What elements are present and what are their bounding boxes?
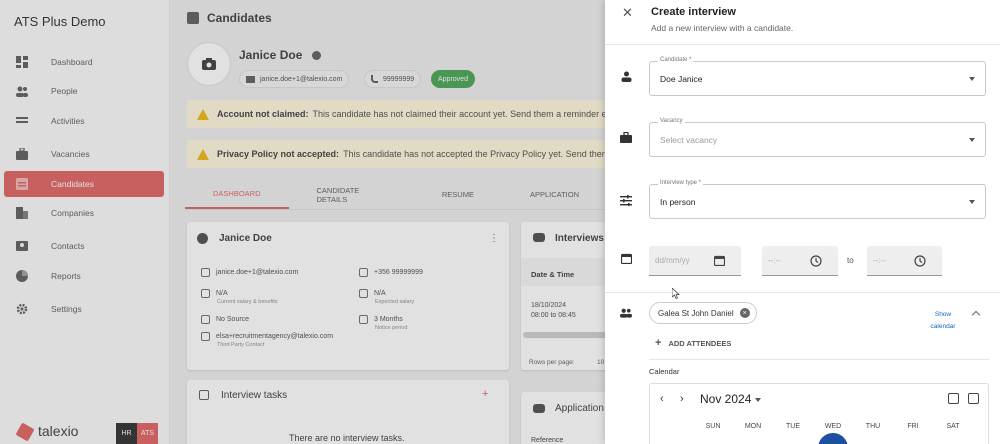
week-view-icon[interactable] [968,393,979,404]
agenda-view-icon[interactable] [948,393,959,404]
candidate-label: Candidate * [658,57,694,63]
calendar-month-select[interactable]: Nov 2024 [700,392,762,406]
plus-icon: + [655,337,662,349]
interview-type-label: Interview type * [658,180,704,186]
chevron-up-icon[interactable] [971,310,981,320]
weekday-header: MON [744,423,762,430]
time-range-to-label: to [847,256,854,265]
start-time-input[interactable]: --:-- [762,246,838,276]
drawer-subtitle: Add a new interview with a candidate. [651,23,794,33]
vacancy-select[interactable]: Vacancy Select vacancy [649,118,986,157]
dropdown-arrow-icon [755,397,762,402]
vacancy-placeholder: Select vacancy [660,135,718,145]
selected-day-marker[interactable] [818,433,848,444]
mouse-cursor-icon [672,288,680,299]
weekday-header: SUN [705,423,721,430]
app-root: ATS Plus Demo Dashboard People Activitie… [0,0,1000,444]
show-calendar-link[interactable]: Show calendar [924,309,962,333]
close-icon[interactable]: ✕ [622,5,633,21]
clock-icon[interactable] [914,255,926,267]
chevron-left-icon[interactable]: ‹ [660,393,664,405]
dropdown-arrow-icon [969,77,975,81]
attendee-name: Galea St John Daniel [658,308,734,318]
interview-type-value: In person [660,197,696,207]
weekday-header: THU [865,423,881,430]
clock-icon[interactable] [810,255,822,267]
modal-scrim[interactable] [0,0,605,444]
weekday-header: SAT [946,423,960,430]
drawer-divider [605,292,1000,293]
people-icon [620,307,632,319]
add-attendees-button[interactable]: + ADD ATTENDEES [655,337,731,349]
candidate-value: Doe Janice [660,74,703,84]
remove-attendee-icon[interactable]: × [739,308,750,318]
date-picker-icon[interactable] [714,255,725,266]
date-placeholder: dd/mm/yy [655,256,690,265]
calendar-month-label: Nov 2024 [700,392,752,406]
interview-type-select[interactable]: Interview type * In person [649,180,986,219]
attendee-chip: Galea St John Daniel × [649,302,757,324]
briefcase-icon [620,131,632,143]
calendar-widget: ‹ › Nov 2024 SUN MON TUE WED THU FRI SAT [649,383,989,444]
start-time-placeholder: --:-- [768,256,781,265]
dropdown-arrow-icon [969,138,975,142]
candidate-select[interactable]: Candidate * Doe Janice [649,57,986,96]
vacancy-label: Vacancy [658,118,685,124]
drawer-divider [605,44,1000,45]
add-attendees-label: ADD ATTENDEES [668,338,732,348]
create-interview-drawer: ✕ Create interview Add a new interview w… [605,0,1000,444]
calendar-section-label: Calendar [649,367,680,376]
weekday-header: FRI [907,423,919,430]
chevron-right-icon[interactable]: › [680,393,684,405]
weekday-header: TUE [786,423,800,430]
calendar-icon [620,252,632,264]
dropdown-arrow-icon [969,200,975,204]
end-time-input[interactable]: --:-- [867,246,942,276]
drawer-title: Create interview [651,6,736,18]
end-time-placeholder: --:-- [873,256,886,265]
date-input[interactable]: dd/mm/yy [649,246,741,276]
tune-icon [620,194,632,206]
person-icon [620,70,632,82]
attendees-divider [649,359,989,360]
weekday-header: WED [824,423,842,430]
